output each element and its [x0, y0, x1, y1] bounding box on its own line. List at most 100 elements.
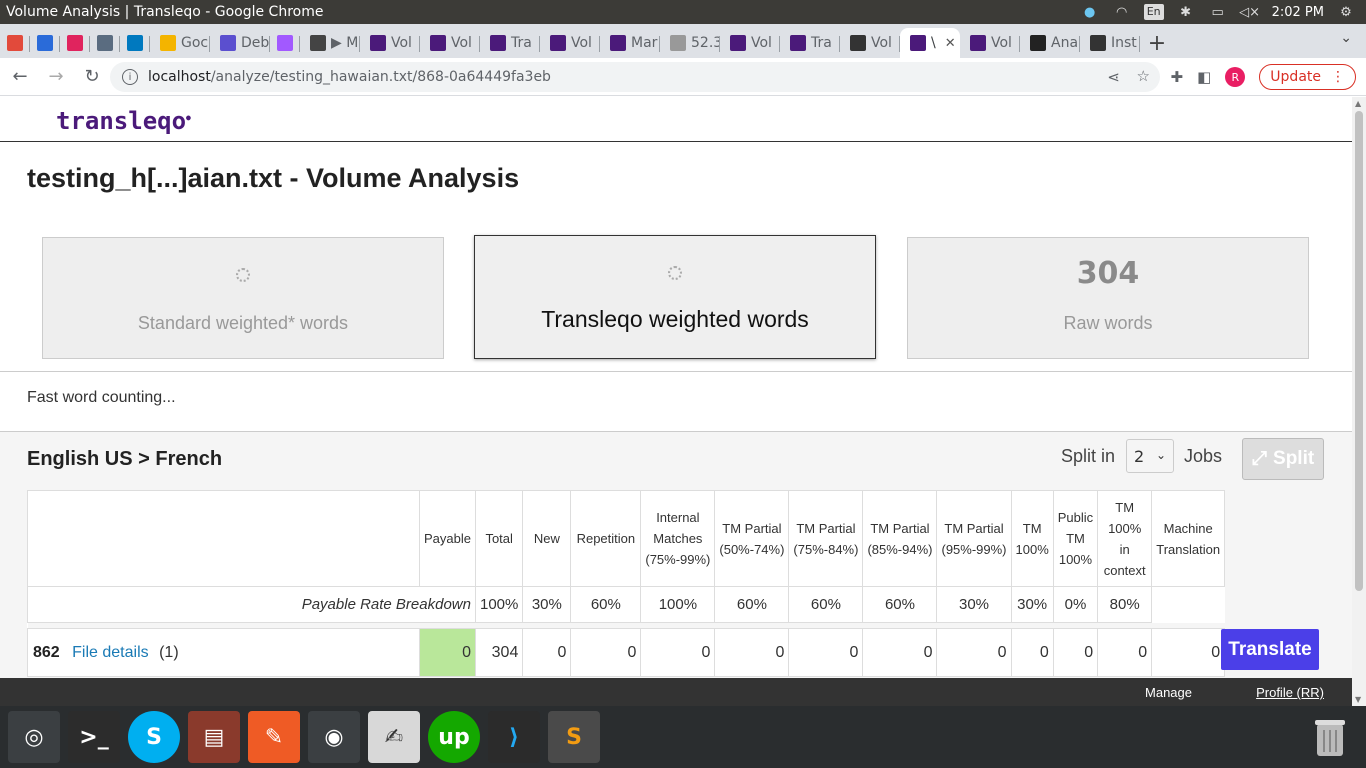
- browser-tab[interactable]: Vol: [360, 28, 420, 58]
- browser-tab[interactable]: Vol: [720, 28, 780, 58]
- share-icon[interactable]: ⋖: [1107, 68, 1120, 86]
- browser-tab[interactable]: Mar: [600, 28, 660, 58]
- clock[interactable]: 2:02 PM: [1272, 5, 1324, 20]
- analysis-table: Payable Total New Repetition Internal Matche…: [27, 490, 1226, 677]
- power-icon[interactable]: ⚙: [1336, 4, 1356, 20]
- wifi-icon[interactable]: ◠: [1112, 4, 1132, 20]
- column-header: Payable: [419, 490, 476, 587]
- vscode-icon[interactable]: ⟩: [488, 711, 540, 763]
- transleqo-logo[interactable]: transleqo●: [56, 107, 191, 135]
- profile-link[interactable]: Profile (RR): [1256, 685, 1324, 700]
- column-header: New: [522, 490, 572, 587]
- profile-avatar[interactable]: R: [1225, 67, 1246, 87]
- trash-icon[interactable]: [1306, 711, 1354, 763]
- circle-icon: [850, 35, 866, 51]
- chevron-down-icon: ⌄: [1155, 448, 1166, 462]
- browser-tab[interactable]: Inst: [1080, 28, 1140, 58]
- browser-tab[interactable]: Ana: [1020, 28, 1080, 58]
- file-details-link[interactable]: File details: [72, 644, 148, 661]
- browser-tab[interactable]: ▶ M: [300, 28, 360, 58]
- tab-label: Vol: [571, 35, 592, 51]
- skype-tray-icon[interactable]: ●: [1080, 4, 1100, 20]
- rate-cell: 0%: [1052, 586, 1099, 623]
- page-scrollbar[interactable]: ▲ ▼: [1352, 97, 1366, 706]
- skype-icon[interactable]: S: [128, 711, 180, 763]
- side-panel-icon[interactable]: ◧: [1197, 68, 1211, 86]
- browser-tab[interactable]: Vol: [540, 28, 600, 58]
- browser-tab[interactable]: [60, 28, 90, 58]
- extensions-icon[interactable]: ✚: [1171, 68, 1184, 86]
- tab-label: Vol: [991, 35, 1012, 51]
- back-icon[interactable]: ←: [4, 61, 36, 93]
- raw-words-card[interactable]: 304 Raw words: [907, 237, 1309, 359]
- battery-icon[interactable]: ▭: [1208, 4, 1228, 20]
- browser-tab[interactable]: \ ✕: [900, 28, 960, 58]
- split-count-select[interactable]: 2 ⌄: [1126, 439, 1174, 473]
- google-icon: [160, 35, 176, 51]
- translate-button[interactable]: Translate: [1221, 629, 1319, 670]
- forward-icon[interactable]: →: [40, 61, 72, 93]
- browser-tab[interactable]: Deb: [210, 28, 270, 58]
- transleqo-weighted-card[interactable]: Transleqo weighted words: [474, 235, 876, 359]
- gmail-icon: [7, 35, 23, 51]
- browser-tab[interactable]: Goc: [150, 28, 210, 58]
- browser-tab[interactable]: Vol: [420, 28, 480, 58]
- chrome-icon[interactable]: ◉: [308, 711, 360, 763]
- terminal-icon[interactable]: >_: [68, 711, 120, 763]
- language-pair-section: English US > French Split in 2 ⌄ Jobs ⤢ …: [0, 431, 1352, 678]
- close-tab-icon[interactable]: ✕: [945, 36, 956, 51]
- value-cell: 0: [640, 628, 716, 677]
- rate-cell: 60%: [714, 586, 790, 623]
- bookmark-star-icon[interactable]: ☆: [1137, 67, 1150, 85]
- browser-tab[interactable]: [30, 28, 60, 58]
- keyboard-layout-indicator[interactable]: En: [1143, 4, 1164, 20]
- value-cell: 0: [570, 628, 642, 677]
- browser-tab[interactable]: Tra: [480, 28, 540, 58]
- new-tab-icon[interactable]: +: [1140, 28, 1174, 58]
- address-bar[interactable]: i localhost/analyze/testing_hawaian.txt/…: [110, 62, 1160, 92]
- browser-tab[interactable]: [0, 28, 30, 58]
- tab-search-chevron-icon[interactable]: ⌄: [1340, 30, 1352, 46]
- tab-label: 52.3: [691, 35, 720, 51]
- update-button[interactable]: Update ⋮: [1259, 64, 1356, 90]
- page-title: testing_h[...]aian.txt - Volume Analysis: [27, 163, 520, 193]
- github-icon: [1030, 35, 1046, 51]
- site-info-icon[interactable]: i: [122, 69, 138, 85]
- ubuntu-icon[interactable]: ◎: [8, 711, 60, 763]
- browser-tab[interactable]: [120, 28, 150, 58]
- files-icon[interactable]: ▤: [188, 711, 240, 763]
- scroll-down-icon[interactable]: ▼: [1355, 695, 1361, 704]
- browser-tab[interactable]: Tra: [780, 28, 840, 58]
- sublime-icon[interactable]: S: [548, 711, 600, 763]
- value-cell: 0: [1052, 628, 1099, 677]
- browser-tab[interactable]: [270, 28, 300, 58]
- scroll-up-icon[interactable]: ▲: [1355, 99, 1361, 108]
- volume-muted-icon[interactable]: ◁×: [1239, 4, 1260, 20]
- column-header: Machine Translation: [1151, 490, 1226, 587]
- reload-icon[interactable]: ↻: [76, 61, 108, 93]
- postman-icon[interactable]: ✎: [248, 711, 300, 763]
- browser-tab[interactable]: Vol: [840, 28, 900, 58]
- scrollbar-thumb[interactable]: [1355, 111, 1363, 591]
- text-editor-icon[interactable]: ✍: [368, 711, 420, 763]
- file-count: (1): [159, 643, 179, 661]
- value-cell: 0: [522, 628, 572, 677]
- tab-label: Vol: [751, 35, 772, 51]
- upwork-icon[interactable]: up: [428, 711, 480, 763]
- transleqo-weighted-label: Transleqo weighted words: [541, 306, 809, 332]
- browser-tab[interactable]: Vol: [960, 28, 1020, 58]
- browser-tab[interactable]: 52.3: [660, 28, 720, 58]
- browser-tab[interactable]: [90, 28, 120, 58]
- play-icon: [310, 35, 326, 51]
- manage-link[interactable]: Manage: [1145, 685, 1192, 700]
- header-divider: [0, 141, 1352, 142]
- value-cell: 0: [714, 628, 790, 677]
- raw-words-value: 304: [1076, 256, 1140, 291]
- raw-words-label: Raw words: [1063, 313, 1153, 333]
- bluetooth-icon[interactable]: ✱: [1176, 4, 1196, 20]
- split-button[interactable]: ⤢ Split: [1242, 438, 1324, 480]
- value-cell: 0: [1010, 628, 1054, 677]
- standard-weighted-card[interactable]: Standard weighted* words: [42, 237, 444, 359]
- trello-icon: [127, 35, 143, 51]
- jobs-label: Jobs: [1184, 446, 1223, 466]
